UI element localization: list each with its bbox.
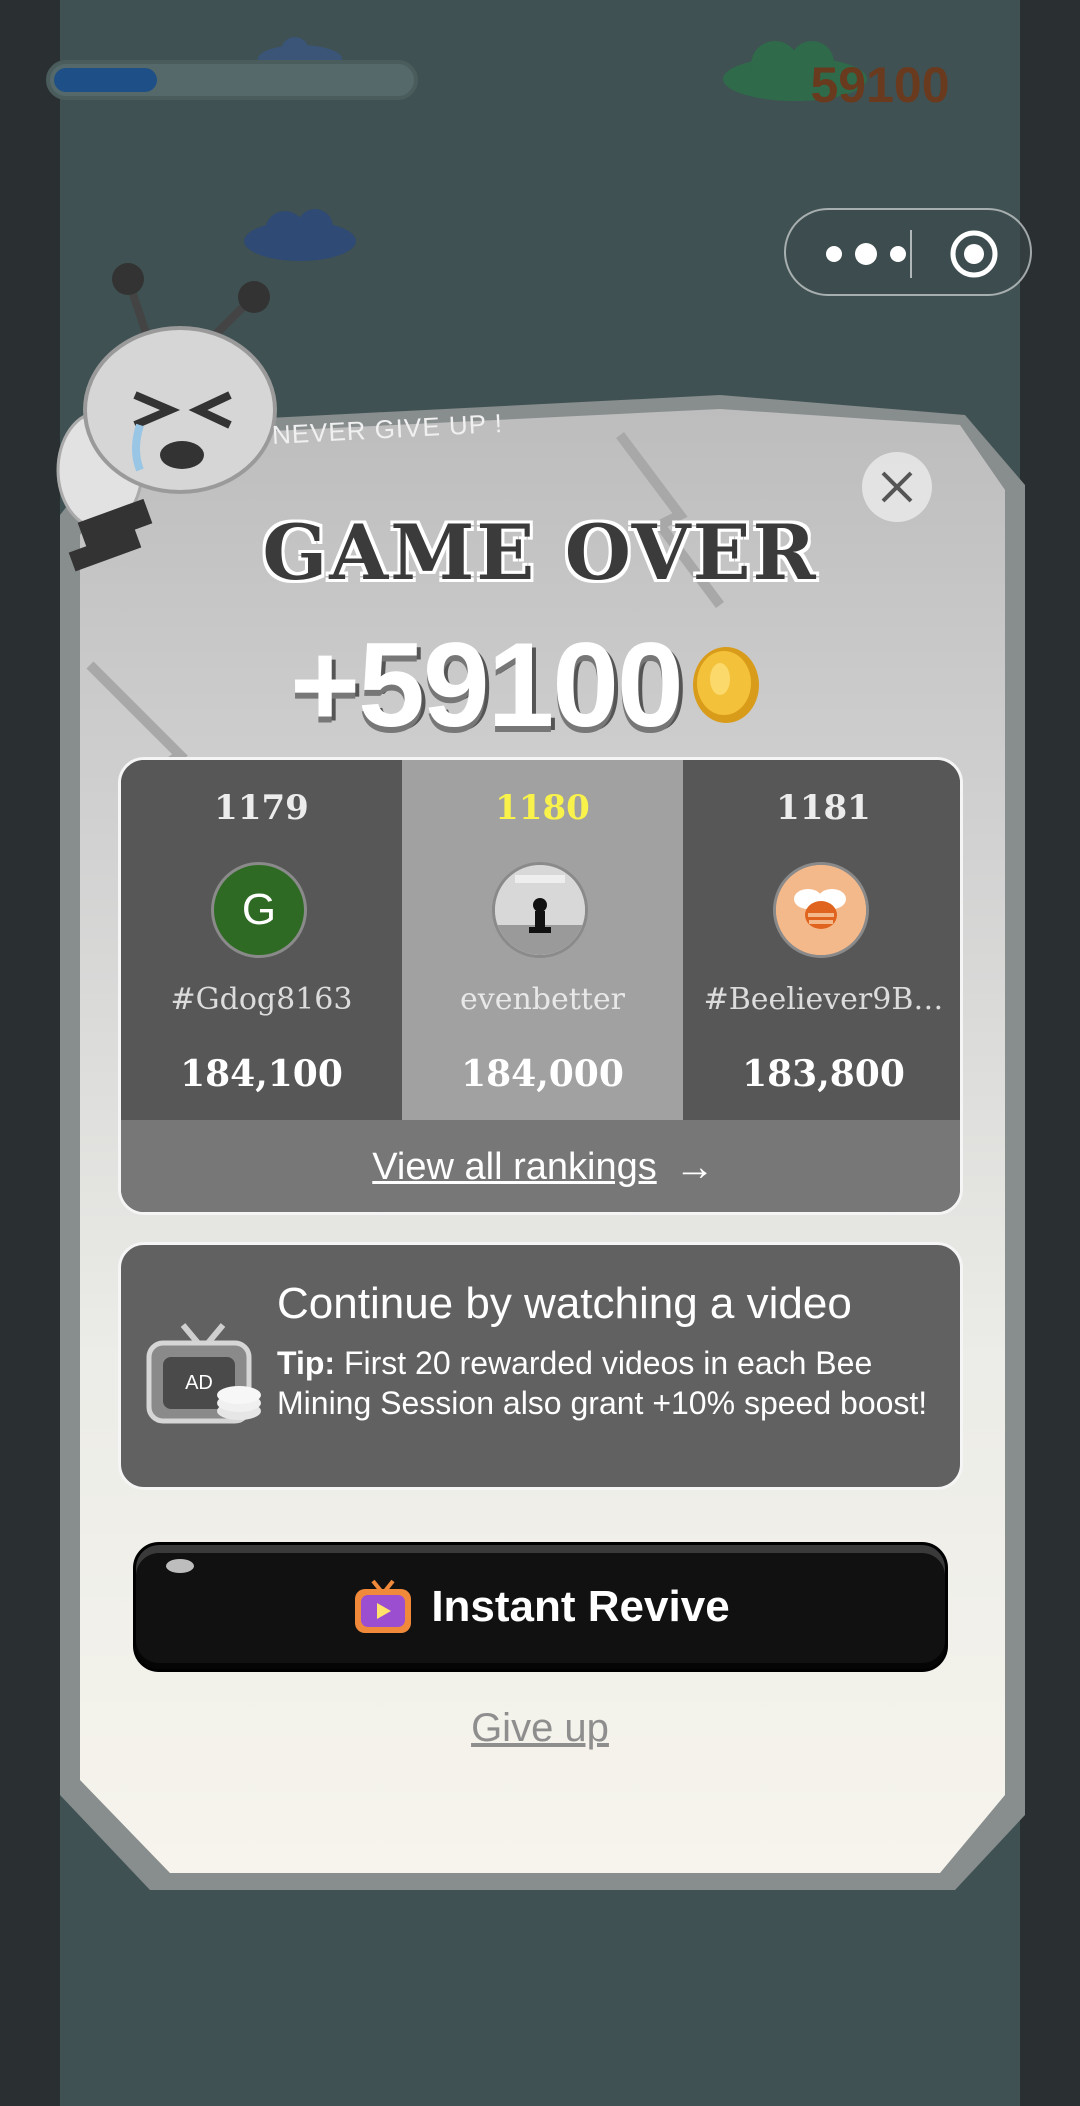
close-icon: [881, 471, 913, 503]
target-circle-icon[interactable]: [948, 228, 1000, 280]
capsule-divider: [910, 230, 912, 278]
player-score: 184,100: [180, 1053, 343, 1095]
avatar: G: [211, 862, 307, 958]
give-up-link[interactable]: Give up: [0, 1706, 1080, 1751]
reward-amount: +59100: [290, 618, 762, 752]
player-photo-avatar: [495, 865, 585, 955]
video-tv-icon: [355, 1579, 412, 1633]
hud-score: 59100: [810, 57, 950, 113]
tip-label: Tip:: [277, 1345, 336, 1381]
level-progress-bar: [46, 60, 418, 100]
view-all-rankings-link[interactable]: View all rankings: [372, 1146, 656, 1189]
avatar: [492, 862, 588, 958]
bee-icon: [776, 865, 866, 955]
watch-video-card[interactable]: AD Continue by watching a video Tip: Fir…: [118, 1242, 963, 1490]
video-title: Continue by watching a video: [277, 1279, 852, 1328]
rank-number: 1180: [495, 788, 590, 828]
avatar: [773, 862, 869, 958]
reward-text: +59100: [290, 618, 684, 752]
player-score: 184,000: [461, 1053, 624, 1095]
instant-revive-label: Instant Revive: [431, 1582, 730, 1631]
player-score: 183,800: [742, 1053, 905, 1095]
button-gloss: [166, 1559, 194, 1573]
player-name: #Gdog8163: [170, 982, 353, 1017]
mini-program-capsule: [784, 208, 1032, 296]
instant-revive-button[interactable]: Instant Revive: [133, 1542, 948, 1672]
gold-coin-icon: [692, 647, 759, 723]
ranking-entry: 1181 #Beeliever9B… 183,800: [683, 760, 960, 1120]
avatar-letter: G: [241, 885, 277, 934]
rank-number: 1179: [214, 788, 309, 828]
rank-number: 1181: [776, 788, 871, 828]
player-name: #Beeliever9B…: [703, 982, 944, 1017]
game-over-title: GAME OVER: [262, 508, 818, 597]
ad-tv-icon: AD: [146, 1323, 261, 1424]
more-dots-icon[interactable]: [820, 236, 916, 272]
rankings-card: 1179 G #Gdog8163 184,100 1180 evenbetter: [118, 757, 963, 1215]
tip-text: First 20 rewarded videos in each Bee Min…: [277, 1345, 928, 1421]
arrow-right-icon: →: [674, 1145, 715, 1189]
level-progress-fill: [54, 68, 157, 92]
ranking-entry: 1179 G #Gdog8163 184,100: [121, 760, 402, 1120]
right-cave-wall: [1020, 0, 1080, 2106]
ranking-entry-current-player: 1180 evenbetter 184,000: [402, 760, 683, 1120]
game-scene: 59100 NEVER GIVE UP ! GAME OVER +59100 1…: [0, 0, 1080, 2106]
ad-label: AD: [185, 1372, 213, 1394]
video-tip: Tip: First 20 rewarded videos in each Be…: [277, 1343, 937, 1423]
view-all-rankings-button[interactable]: View all rankings →: [121, 1120, 960, 1212]
player-name: evenbetter: [460, 982, 625, 1017]
